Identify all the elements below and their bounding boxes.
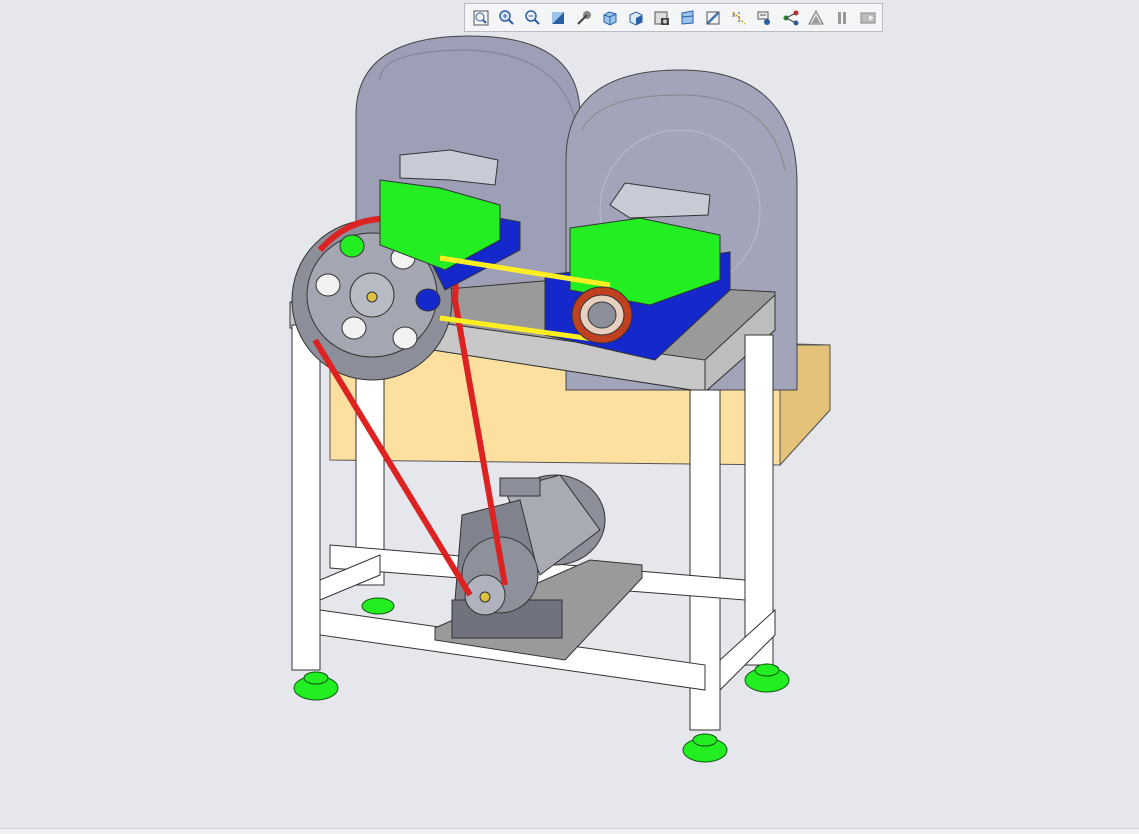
repaint-icon xyxy=(552,11,565,24)
status-bar xyxy=(0,828,1139,834)
zoom-to-fit-icon xyxy=(473,10,489,25)
repaint-button[interactable] xyxy=(546,7,570,29)
view-toolbar: x xyxy=(464,3,883,32)
annotation-display-icon xyxy=(757,11,770,25)
connections-icon xyxy=(783,10,799,25)
perspective-view-button[interactable] xyxy=(676,7,700,29)
animation-icon xyxy=(860,12,876,23)
view-manager-icon xyxy=(654,11,669,25)
display-style-icon xyxy=(629,10,643,26)
datum-display-icon: x xyxy=(732,10,746,25)
3d-viewport[interactable]: x xyxy=(0,0,1139,828)
display-style-button[interactable] xyxy=(624,7,648,29)
pause-button[interactable] xyxy=(830,7,854,29)
datum-display-button[interactable]: x xyxy=(727,7,751,29)
belt-drive-assembly-model xyxy=(289,35,831,763)
view-manager-button[interactable] xyxy=(650,7,674,29)
pause-icon xyxy=(838,11,847,24)
animation-button[interactable] xyxy=(856,7,880,29)
svg-text:x: x xyxy=(732,12,736,19)
appearance-icon xyxy=(808,9,825,24)
connections-button[interactable] xyxy=(779,7,803,29)
zoom-to-fit-button[interactable] xyxy=(469,7,493,29)
spin-center-icon xyxy=(577,10,592,25)
zoom-in-icon xyxy=(498,9,514,25)
zoom-out-button[interactable] xyxy=(521,7,545,29)
saved-orientations-icon xyxy=(603,10,617,26)
zoom-out-icon xyxy=(524,9,540,25)
appearance-button[interactable] xyxy=(805,7,829,29)
small-pulley xyxy=(571,286,633,344)
saved-orientations-button[interactable] xyxy=(598,7,622,29)
section-button[interactable] xyxy=(701,7,725,29)
perspective-view-icon xyxy=(681,9,694,25)
zoom-in-button[interactable] xyxy=(495,7,519,29)
annotation-display-button[interactable] xyxy=(753,7,777,29)
section-icon xyxy=(706,10,720,25)
spin-center-button[interactable] xyxy=(572,7,596,29)
